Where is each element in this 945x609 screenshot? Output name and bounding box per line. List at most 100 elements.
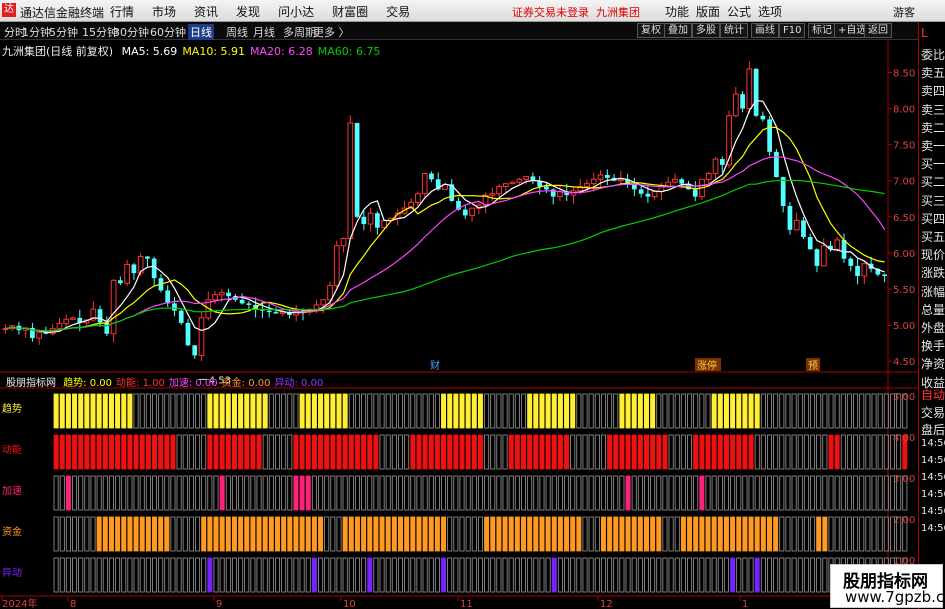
period-tab-10[interactable]: 更多 〉 — [313, 24, 350, 40]
indicator-bar — [96, 516, 102, 552]
indicator-bar — [447, 393, 453, 429]
indicator-bar — [637, 393, 643, 429]
trade-login-warning[interactable]: 证券交易未登录 九洲集团 — [512, 4, 640, 20]
indicator-bar — [576, 557, 582, 593]
menu-item-2[interactable]: 资讯 — [194, 3, 218, 20]
indicator-bar — [490, 516, 496, 552]
indicator-bar — [385, 434, 391, 470]
indicator-bar — [410, 557, 416, 593]
guest-login[interactable]: 游客 — [893, 4, 915, 20]
toolbar-button-0[interactable]: 复权 — [637, 23, 665, 38]
candle-body — [672, 178, 678, 183]
indicator-bar — [810, 434, 816, 470]
indicator-bar — [508, 434, 514, 470]
indicator-name[interactable]: 股朋指标网 — [6, 378, 56, 389]
indicator-bar — [354, 475, 360, 511]
indicator-bar — [791, 434, 797, 470]
toolbar-button-6[interactable]: 标记 — [808, 23, 836, 38]
menu-item-4[interactable]: 问小达 — [278, 3, 314, 20]
indicator-bar — [219, 516, 225, 552]
indicator-bar — [207, 393, 213, 429]
menu-item-1[interactable]: 市场 — [152, 3, 176, 20]
candle-body — [645, 193, 651, 197]
toolbar-button-4[interactable]: 画线 — [751, 23, 779, 38]
ma10-line — [5, 126, 885, 332]
indicator-bar — [127, 475, 133, 511]
indicator-bar — [410, 475, 416, 511]
indicator-bar — [182, 393, 188, 429]
indicator-bar — [397, 516, 403, 552]
ma-label-0: MA5: 5.69 — [121, 45, 178, 58]
menu-right-item-1[interactable]: 版面 — [696, 3, 720, 20]
indicator-bar — [373, 434, 379, 470]
indicator-bar — [84, 393, 90, 429]
menu-right-item-3[interactable]: 选项 — [758, 3, 782, 20]
indicator-bar — [348, 557, 354, 593]
indicator-bar — [687, 516, 693, 552]
indicator-bar — [361, 393, 367, 429]
indicator-bar — [693, 475, 699, 511]
indicator-bar — [539, 557, 545, 593]
period-tab-7[interactable]: 周线 — [226, 24, 248, 40]
period-tab-6[interactable]: 日线 — [188, 24, 214, 40]
indicator-bar — [588, 557, 594, 593]
period-tab-1[interactable]: 1分钟 — [22, 24, 51, 40]
indicator-bar — [250, 557, 256, 593]
indicator-bar — [502, 393, 508, 429]
indicator-bar — [373, 393, 379, 429]
menu-item-5[interactable]: 财富圈 — [332, 3, 368, 20]
indicator-bar — [484, 475, 490, 511]
indicator-bar — [145, 475, 151, 511]
indicator-bar — [625, 434, 631, 470]
menu-right-item-2[interactable]: 公式 — [727, 3, 751, 20]
indicator-bar — [391, 434, 397, 470]
indicator-bar — [367, 434, 373, 470]
indicator-bar — [72, 393, 78, 429]
quote-field-5: 卖一 — [921, 139, 945, 153]
panel-toggle[interactable]: L — [921, 26, 928, 40]
indicator-bar — [545, 557, 551, 593]
indicator-bar — [121, 393, 127, 429]
period-tab-9[interactable]: 多周期 — [283, 24, 316, 40]
toolbar-button-1[interactable]: 叠加 — [664, 23, 692, 38]
indicator-bar — [674, 434, 680, 470]
watermark: 股朋指标网 www.7gpzb.com — [830, 564, 945, 608]
menu-item-0[interactable]: 行情 — [110, 3, 134, 20]
menu-right-item-0[interactable]: 功能 — [665, 3, 689, 20]
toolbar-button-8[interactable]: 返回 — [864, 23, 892, 38]
toolbar-button-2[interactable]: 多股 — [692, 23, 720, 38]
indicator-bar — [644, 434, 650, 470]
menu-item-6[interactable]: 交易 — [386, 3, 410, 20]
indicator-value-3: 资金: 0.00 — [221, 378, 271, 389]
period-tab-5[interactable]: 60分钟 — [150, 24, 186, 40]
candle-body — [354, 123, 360, 217]
indicator-bar — [736, 475, 742, 511]
indicator-bar — [644, 557, 650, 593]
indicator-bar — [65, 393, 71, 429]
candle-body — [165, 290, 171, 304]
indicator-bar — [846, 516, 852, 552]
candle-body — [333, 245, 340, 286]
indicator-bar — [299, 434, 305, 470]
period-tab-4[interactable]: 30分钟 — [113, 24, 149, 40]
indicator-bar — [859, 475, 865, 511]
indicator-bar — [637, 434, 643, 470]
toolbar-button-5[interactable]: F10 — [779, 23, 806, 38]
auto-button[interactable]: 自动 — [921, 386, 945, 403]
indicator-axis-label: 2.00 — [893, 515, 915, 526]
toolbar-button-3[interactable]: 统计 — [720, 23, 748, 38]
menu-item-3[interactable]: 发现 — [236, 3, 260, 20]
kline-chart[interactable]: 8.508.007.507.006.506.005.505.004.508.88… — [0, 40, 918, 609]
indicator-bar — [471, 516, 477, 552]
app-logo: 达 — [2, 3, 16, 17]
indicator-bar — [471, 475, 477, 511]
indicator-bar — [816, 393, 822, 429]
indicator-bar — [108, 475, 114, 511]
indicator-bar — [865, 393, 871, 429]
period-tab-2[interactable]: 5分钟 — [49, 24, 78, 40]
period-tab-8[interactable]: 月线 — [253, 24, 275, 40]
indicator-bar — [318, 516, 324, 552]
quote-field-1: 卖五 — [921, 66, 945, 81]
indicator-bar — [127, 516, 133, 552]
indicator-bar — [410, 434, 416, 470]
